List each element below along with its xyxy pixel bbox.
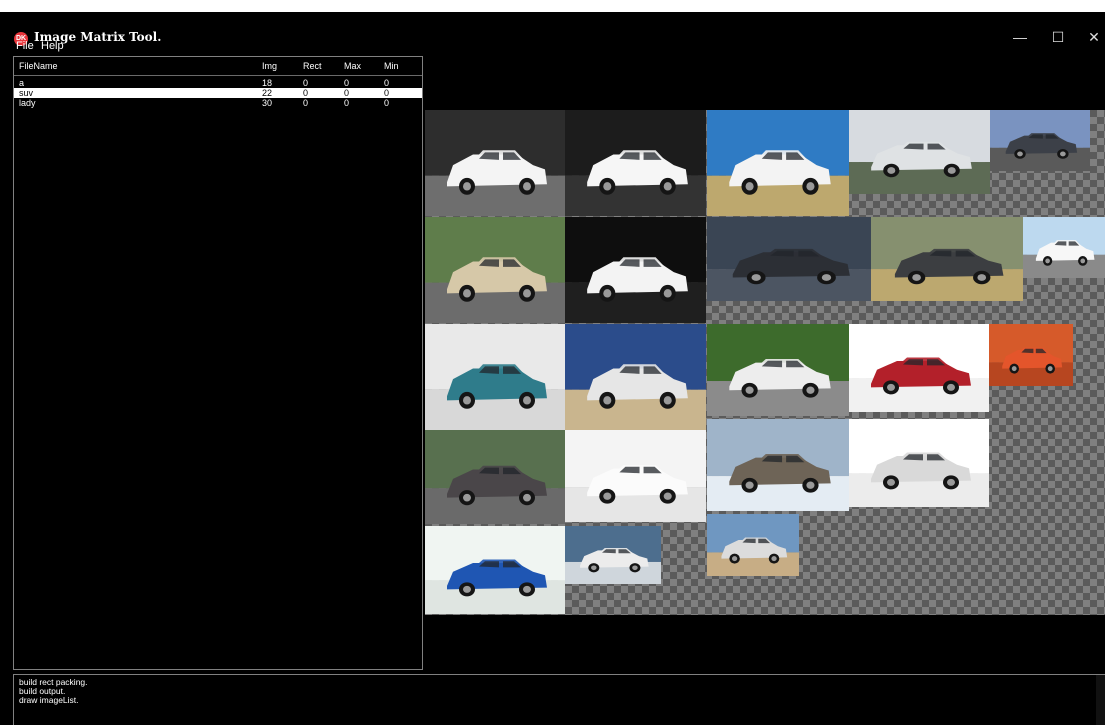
file-row-a[interactable]: a 18 0 0 0 — [14, 78, 422, 88]
cell-filename: a — [19, 78, 25, 88]
log-line: draw imageList. — [19, 695, 79, 705]
cell-max: 0 — [344, 98, 350, 108]
cell-rect: 0 — [303, 88, 309, 98]
cell-rect: 0 — [303, 78, 309, 88]
column-header-rect[interactable]: Rect — [303, 61, 322, 71]
file-list-panel[interactable]: FileName Img Rect Max Min a 18 0 0 0 suv 22 0 0 0… — [13, 56, 423, 670]
car-photo-tile — [707, 419, 849, 511]
log-scrollbar[interactable] — [1096, 675, 1105, 725]
car-photo-tile — [425, 110, 565, 216]
cell-filename: suv — [19, 88, 34, 98]
car-photo-tile — [565, 217, 706, 323]
menu-file[interactable]: File — [16, 40, 34, 52]
log-panel: build rect packing. build output. draw i… — [13, 674, 1105, 725]
column-header-max[interactable]: Max — [344, 61, 361, 71]
cell-max: 0 — [344, 88, 350, 98]
car-photo-tile — [565, 110, 706, 216]
file-row-lady[interactable]: lady 30 0 0 0 — [14, 98, 422, 108]
car-photo-tile — [1023, 217, 1105, 278]
image-matrix-canvas[interactable] — [425, 110, 1105, 615]
car-photo-tile — [707, 514, 799, 576]
screen-top-strip — [0, 0, 1105, 12]
title-bar[interactable]: DK Image Matrix Tool. — ☐ ✕ — [0, 12, 1105, 46]
cell-min: 0 — [384, 98, 390, 108]
cell-min: 0 — [384, 88, 390, 98]
car-photo-tile — [871, 217, 1023, 301]
car-photo-tile — [849, 324, 989, 412]
file-row-suv[interactable]: suv 22 0 0 0 — [14, 88, 422, 98]
menu-help[interactable]: Help — [41, 40, 64, 52]
menu-bar: File Help — [0, 38, 1105, 56]
car-photo-tile — [849, 419, 989, 507]
car-photo-tile — [565, 430, 706, 522]
column-header-filename[interactable]: FileName — [19, 61, 58, 71]
column-header-img[interactable]: Img — [262, 61, 277, 71]
cell-max: 0 — [344, 78, 350, 88]
car-photo-tile — [425, 526, 565, 614]
cell-rect: 0 — [303, 98, 309, 108]
cell-img: 22 — [262, 88, 273, 98]
cell-img: 30 — [262, 98, 273, 108]
car-photo-tile — [565, 526, 661, 584]
car-photo-tile — [707, 324, 849, 416]
car-photo-tile — [565, 324, 706, 430]
car-photo-tile — [707, 217, 871, 301]
car-photo-tile — [425, 217, 565, 323]
car-photo-tile — [425, 430, 565, 524]
column-header-min[interactable]: Min — [384, 61, 399, 71]
file-table-header: FileName Img Rect Max Min — [14, 57, 422, 76]
car-photo-tile — [849, 110, 990, 194]
cell-min: 0 — [384, 78, 390, 88]
cell-filename: lady — [19, 98, 36, 108]
car-photo-tile — [989, 324, 1073, 386]
car-photo-tile — [425, 324, 565, 430]
car-photo-tile — [707, 110, 849, 216]
car-photo-tile — [990, 110, 1090, 171]
cell-img: 18 — [262, 78, 273, 88]
